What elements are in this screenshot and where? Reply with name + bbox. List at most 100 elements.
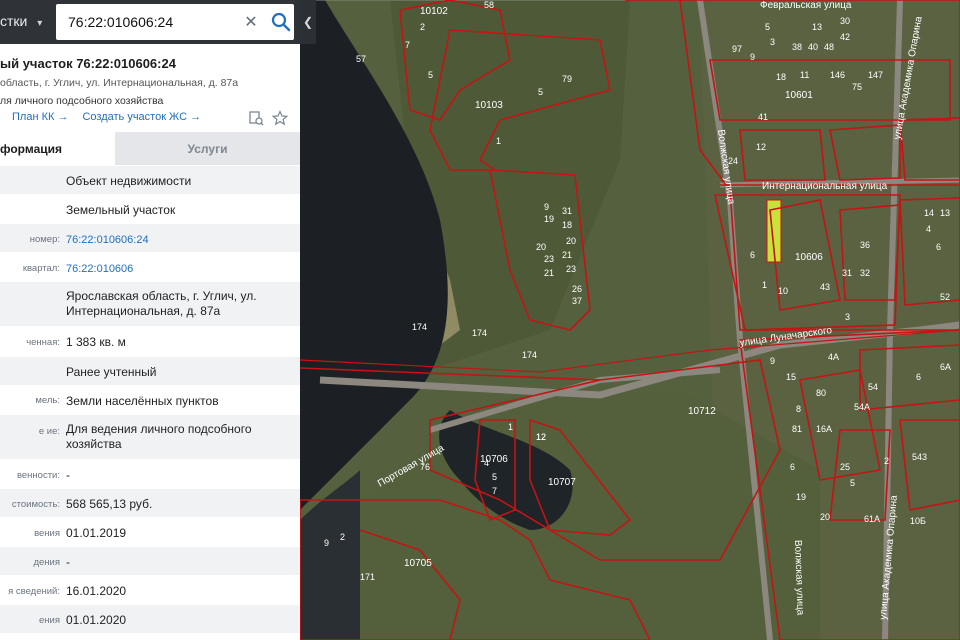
cadastral-map[interactable]: 10102 10103 10601 10606 10706 10707 1070… <box>300 0 960 640</box>
parcel-label: 30 <box>840 16 850 26</box>
parcel-label: 174 <box>472 328 487 338</box>
parcel-label: 174 <box>412 322 427 332</box>
parcel-label: 19 <box>796 492 806 502</box>
chevron-left-icon: ❮ <box>302 15 314 29</box>
quarter-label: 10102 <box>420 6 448 17</box>
zoom-to-parcel-button[interactable] <box>248 110 264 126</box>
parcel-label: 14 <box>924 208 934 218</box>
parcel-label: 5 <box>428 70 433 80</box>
table-row: ченная: 1 383 кв. м <box>0 326 300 356</box>
status-value: Ранее учтенный <box>66 365 157 379</box>
object-kind-value: Земельный участок <box>66 203 176 217</box>
parcel-label: 8 <box>796 404 801 414</box>
parcel-label: 10 <box>778 286 788 296</box>
parcel-label: 7 <box>492 486 497 496</box>
table-row: стоимость: 568 565,13 руб. <box>0 488 300 517</box>
street-label: Интернациональная улица <box>762 181 888 192</box>
parcel-label: 43 <box>820 282 830 292</box>
update-date: 16.01.2020 <box>66 584 127 598</box>
cadastral-quarter-link[interactable]: 76:22:010606 <box>66 262 291 277</box>
parcel-label: 79 <box>562 74 572 84</box>
parcel-label: 4 <box>484 458 489 468</box>
tab-information[interactable]: формация <box>0 132 115 165</box>
tab-services[interactable]: Услуги <box>115 132 300 165</box>
parcel-label: 20 <box>536 242 546 252</box>
search-icon <box>271 12 291 32</box>
parcel-label: 31 <box>562 206 572 216</box>
parcel-label: 171 <box>360 572 375 582</box>
cadastral-number-link[interactable]: 76:22:010606:24 <box>66 233 291 248</box>
parcel-label: 21 <box>544 268 554 278</box>
close-icon[interactable]: ✕ <box>242 12 260 32</box>
quarter-label: 10601 <box>785 90 813 101</box>
parcel-label: 13 <box>940 208 950 218</box>
parcel-label: 26 <box>572 284 582 294</box>
parcel-label: 80 <box>816 388 826 398</box>
application-date: 01.01.2020 <box>66 613 127 627</box>
parcel-label: 174 <box>522 350 537 360</box>
row-label: номер: <box>29 234 60 245</box>
search-type-label: стки <box>0 13 28 29</box>
page-title: ый участок 76:22:010606:24 <box>0 56 176 71</box>
table-row: Ярославская область, г. Углич, ул. Интер… <box>0 281 300 326</box>
parcel-label: 1 <box>508 422 513 432</box>
parcel-label: 81 <box>792 424 802 434</box>
parcel-label: 61A <box>864 514 880 524</box>
parcel-label: 12 <box>756 142 766 152</box>
permitted-use-value: Для ведения личного подсобного хозяйства <box>66 422 252 451</box>
parcel-label: 2 <box>884 456 889 466</box>
parcel-label: 20 <box>820 512 830 522</box>
address-value: Ярославская область, г. Углич, ул. Интер… <box>66 289 257 318</box>
table-row: я сведений: 16.01.2020 <box>0 575 300 604</box>
parcel-label: 13 <box>812 22 822 32</box>
collapse-panel-button[interactable]: ❮ <box>300 0 316 44</box>
row-label: ченная: <box>26 337 60 348</box>
parcel-label: 9 <box>750 52 755 62</box>
parcel-label: 54A <box>854 402 870 412</box>
parcel-label: 23 <box>544 254 554 264</box>
parcel-label: 52 <box>940 292 950 302</box>
search-button[interactable] <box>268 9 294 35</box>
map-canvas[interactable]: 10102 10103 10601 10606 10706 10707 1070… <box>300 0 960 640</box>
row-label: стоимость: <box>11 499 60 510</box>
parcel-label: 76 <box>420 462 430 472</box>
search-type-select[interactable]: стки ▾ <box>0 0 52 44</box>
street-label: Февральская улица <box>760 0 852 11</box>
parcel-label: 20 <box>566 236 576 246</box>
parcel-label: 31 <box>842 268 852 278</box>
table-row: е ие: Для ведения личного подсобного хоз… <box>0 414 300 459</box>
parcel-label: 25 <box>840 462 850 472</box>
parcel-label: 147 <box>868 70 883 80</box>
quarter-label: 10606 <box>795 252 823 263</box>
parcel-label: 11 <box>800 70 809 80</box>
cadastral-value: 568 565,13 руб. <box>66 497 153 511</box>
parcel-label: 3 <box>845 312 850 322</box>
plan-kk-link[interactable]: План КК → <box>12 111 68 123</box>
row-label: ения <box>39 615 60 626</box>
parcel-label: 6 <box>916 372 921 382</box>
table-row: мель: Земли населённых пунктов <box>0 385 300 414</box>
parcel-label: 146 <box>830 70 845 80</box>
parcel-label: 7 <box>405 40 410 50</box>
parcel-label: 9 <box>544 202 549 212</box>
panel-actions <box>248 110 289 126</box>
table-row: вения 01.01.2019 <box>0 517 300 546</box>
parcel-label: 9 <box>324 538 329 548</box>
parcel-label: 58 <box>484 0 494 10</box>
parcel-label: 5 <box>850 478 855 488</box>
row-label: мель: <box>35 395 60 406</box>
search-input[interactable] <box>68 14 238 30</box>
favorite-button[interactable] <box>271 110 289 126</box>
parcel-label: 19 <box>544 214 554 224</box>
parcel-label: 40 <box>808 42 818 52</box>
create-parcel-link[interactable]: Создать участок ЖС → <box>82 111 201 123</box>
parcel-label: 6A <box>940 362 951 372</box>
parcel-label: 24 <box>728 156 738 166</box>
chevron-down-icon: ▾ <box>37 18 43 29</box>
panel-links: План КК → Создать участок ЖС → <box>12 111 201 123</box>
parcel-label: 2 <box>340 532 345 542</box>
parcel-label: 32 <box>860 268 870 278</box>
parcel-label: 21 <box>562 250 572 260</box>
table-row: дения - <box>0 546 300 575</box>
table-row: венности: - <box>0 459 300 488</box>
